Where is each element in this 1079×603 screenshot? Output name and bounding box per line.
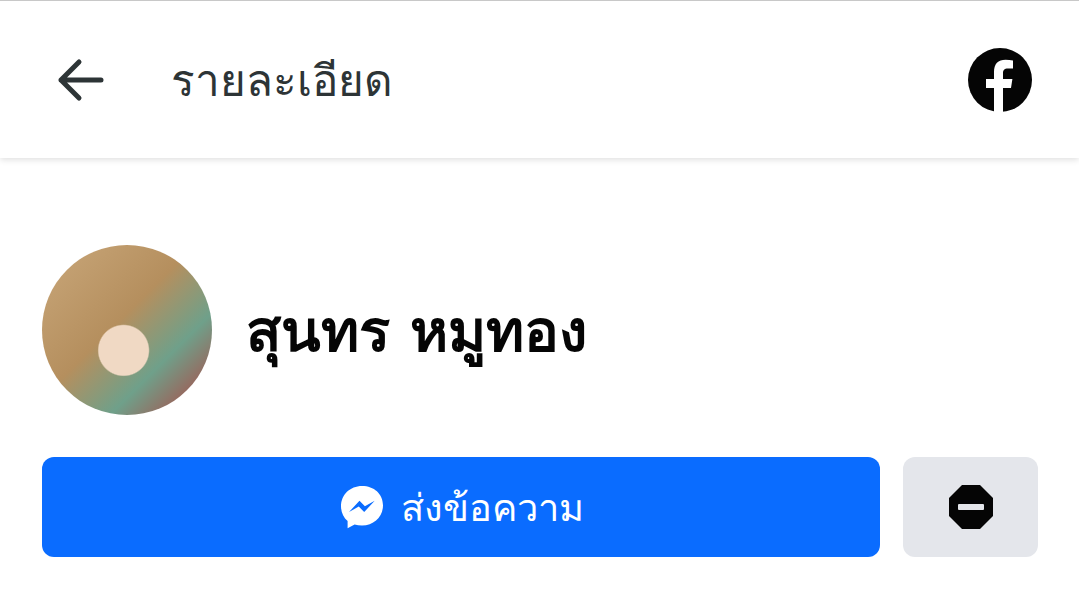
send-message-button[interactable]: ส่งข้อความ: [42, 457, 880, 557]
messenger-icon: [339, 484, 385, 530]
facebook-logo-icon[interactable]: [967, 47, 1033, 113]
details-page: รายละเอียดสุนทร หมูทองส่งข้อความ: [0, 0, 1079, 603]
profile-name: สุนทร หมูทอง: [246, 284, 587, 377]
block-button[interactable]: [903, 457, 1038, 557]
top-bar: รายละเอียด: [0, 0, 1079, 158]
page-title: รายละเอียด: [171, 45, 967, 115]
profile-row: สุนทร หมูทอง: [42, 245, 1038, 415]
avatar-photo[interactable]: [42, 245, 212, 415]
content: สุนทร หมูทองส่งข้อความ: [0, 158, 1079, 557]
send-message-label: ส่งข้อความ: [401, 477, 584, 538]
block-icon: [948, 484, 994, 530]
back-arrow-icon[interactable]: [55, 58, 105, 102]
action-row: ส่งข้อความ: [42, 457, 1038, 557]
